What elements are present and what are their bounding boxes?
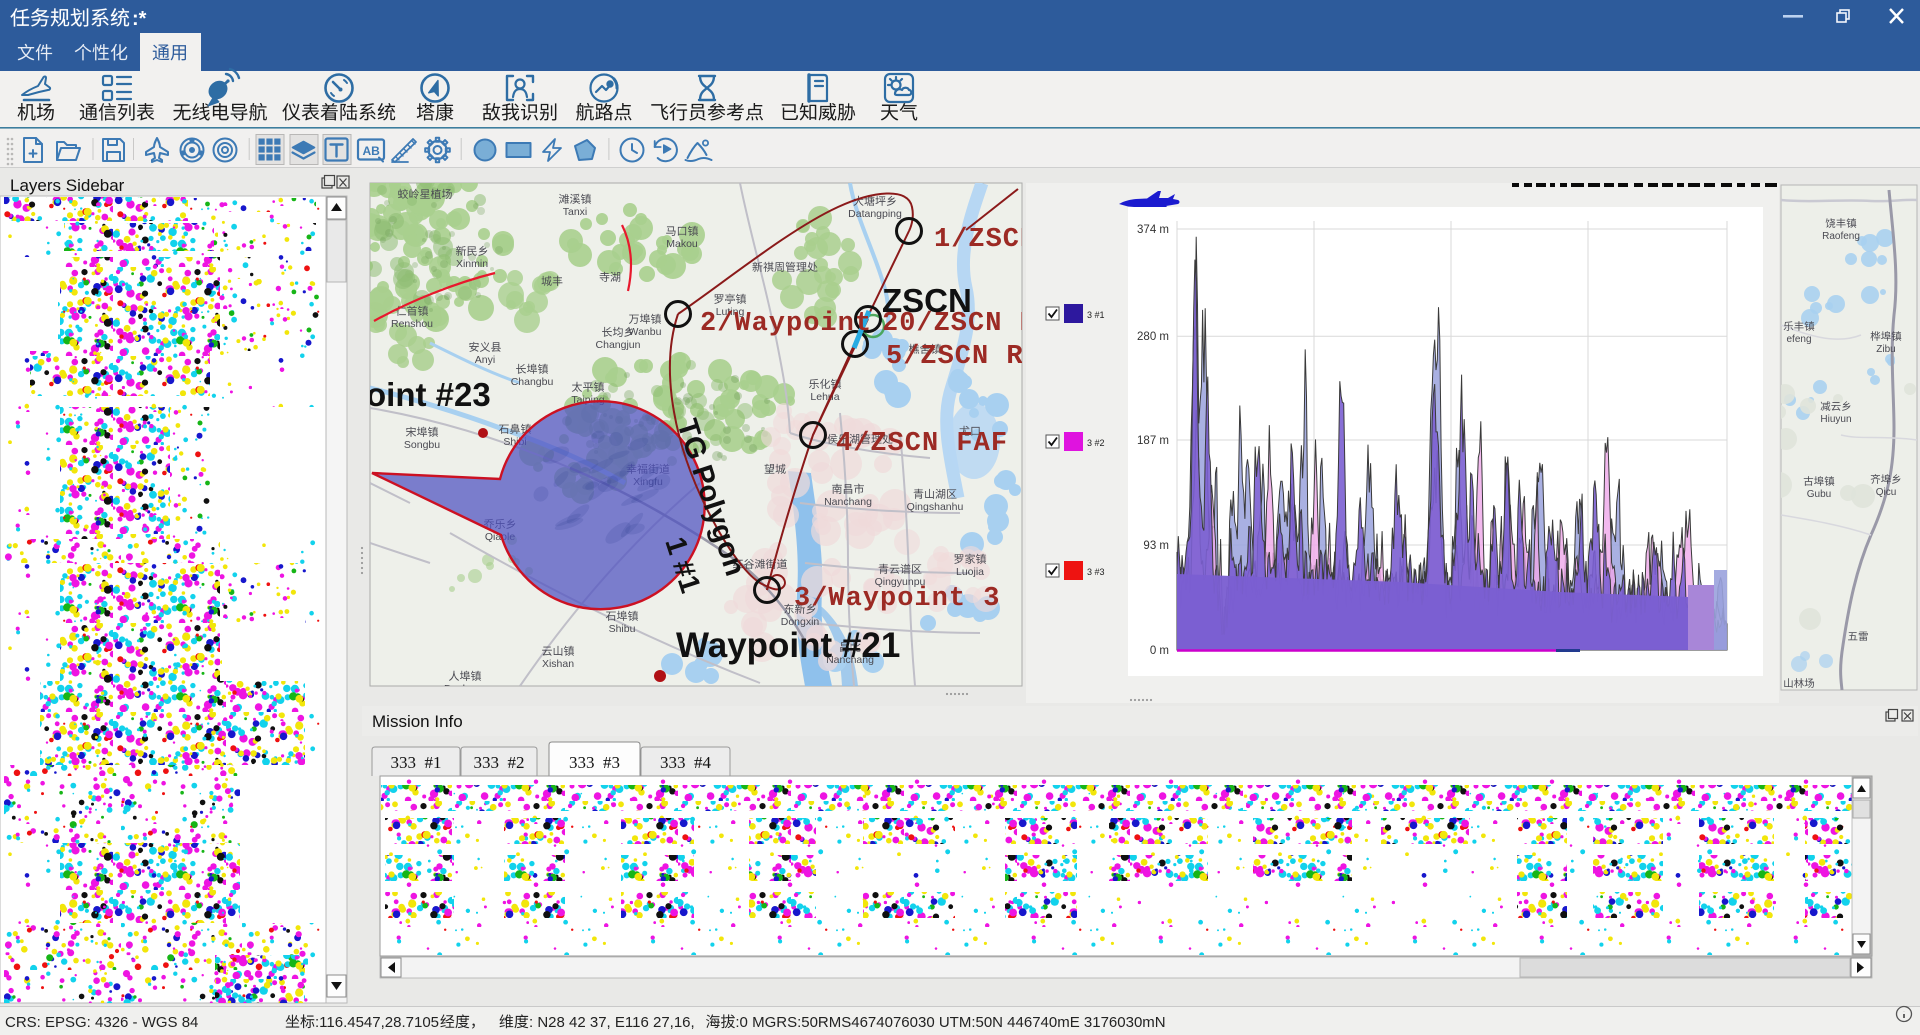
svg-text:280 m: 280 m bbox=[1137, 331, 1169, 343]
svg-text::0 MGRS:50RMS4674076030 UTM:5: :0 MGRS:50RMS4674076030 UTM:50N 446740mE… bbox=[735, 1014, 1165, 1031]
svg-text:Changbu: Changbu bbox=[511, 376, 554, 388]
svg-text:ZSCN: ZSCN bbox=[882, 282, 972, 319]
svg-text:Hiuyun: Hiuyun bbox=[1820, 414, 1851, 425]
svg-text:Zibu: Zibu bbox=[1876, 344, 1895, 355]
svg-text:Wanbu: Wanbu bbox=[629, 326, 662, 338]
svg-text:93 m: 93 m bbox=[1143, 540, 1169, 552]
svg-text:333 #2: 333 #2 bbox=[474, 753, 525, 772]
svg-text:Changjun: Changjun bbox=[596, 339, 641, 351]
svg-text:Layers Sidebar: Layers Sidebar bbox=[10, 176, 125, 195]
svg-text:333 #3: 333 #3 bbox=[569, 753, 620, 772]
svg-text:Waypoint #21: Waypoint #21 bbox=[676, 626, 900, 665]
svg-text:3 #1: 3 #1 bbox=[1087, 310, 1105, 320]
svg-text:Datangping: Datangping bbox=[848, 208, 902, 220]
svg-text:Makou: Makou bbox=[666, 238, 698, 250]
svg-text:333 #4: 333 #4 bbox=[660, 753, 712, 772]
svg-text:0 m: 0 m bbox=[1150, 645, 1169, 657]
svg-text:AB: AB bbox=[363, 144, 381, 158]
svg-text:oint #23: oint #23 bbox=[366, 376, 491, 413]
svg-text:Gubu: Gubu bbox=[1807, 489, 1831, 500]
svg-text:Renshou: Renshou bbox=[391, 318, 433, 330]
svg-text:Tanxi: Tanxi bbox=[563, 206, 588, 218]
svg-text:Luojia: Luojia bbox=[956, 566, 984, 578]
svg-text:374 m: 374 m bbox=[1137, 224, 1169, 236]
svg-text:333 #1: 333 #1 bbox=[391, 753, 442, 772]
svg-text:Mission Info: Mission Info bbox=[372, 712, 463, 731]
svg-text:CRS: EPSG: 4326 - WGS 84: CRS: EPSG: 4326 - WGS 84 bbox=[5, 1014, 198, 1031]
svg-text:Anyi: Anyi bbox=[475, 354, 495, 366]
svg-text::*: :* bbox=[132, 8, 147, 30]
svg-text:: N28 42 37, E116 27,16,: : N28 42 37, E116 27,16, bbox=[529, 1014, 695, 1031]
svg-text:Songbu: Songbu bbox=[404, 439, 440, 451]
svg-text::116.4547,28.7105: :116.4547,28.7105 bbox=[315, 1014, 439, 1031]
svg-text:Nanchang: Nanchang bbox=[824, 496, 872, 508]
svg-text:3/Waypoint 3: 3/Waypoint 3 bbox=[794, 584, 1000, 614]
svg-text:2/Waypoint: 2/Waypoint bbox=[700, 309, 872, 339]
svg-text:Xinmin: Xinmin bbox=[456, 258, 488, 270]
svg-text:efeng: efeng bbox=[1786, 334, 1811, 345]
svg-text:187 m: 187 m bbox=[1137, 435, 1169, 447]
svg-text:5/ZSCN Ru: 5/ZSCN Ru bbox=[886, 342, 1041, 372]
svg-text:Lehua: Lehua bbox=[810, 391, 839, 403]
svg-text:Qingshanhu: Qingshanhu bbox=[907, 501, 964, 513]
svg-text:4/ZSCN FAF (: 4/ZSCN FAF ( bbox=[836, 429, 1042, 459]
svg-text:Shibu: Shibu bbox=[609, 623, 636, 635]
svg-text:3 #3: 3 #3 bbox=[1087, 567, 1105, 577]
svg-text:3 #2: 3 #2 bbox=[1087, 438, 1105, 448]
svg-text:Xishan: Xishan bbox=[542, 658, 574, 670]
svg-text:Qicu: Qicu bbox=[1876, 487, 1897, 498]
svg-text:Raofeng: Raofeng bbox=[1822, 231, 1860, 242]
